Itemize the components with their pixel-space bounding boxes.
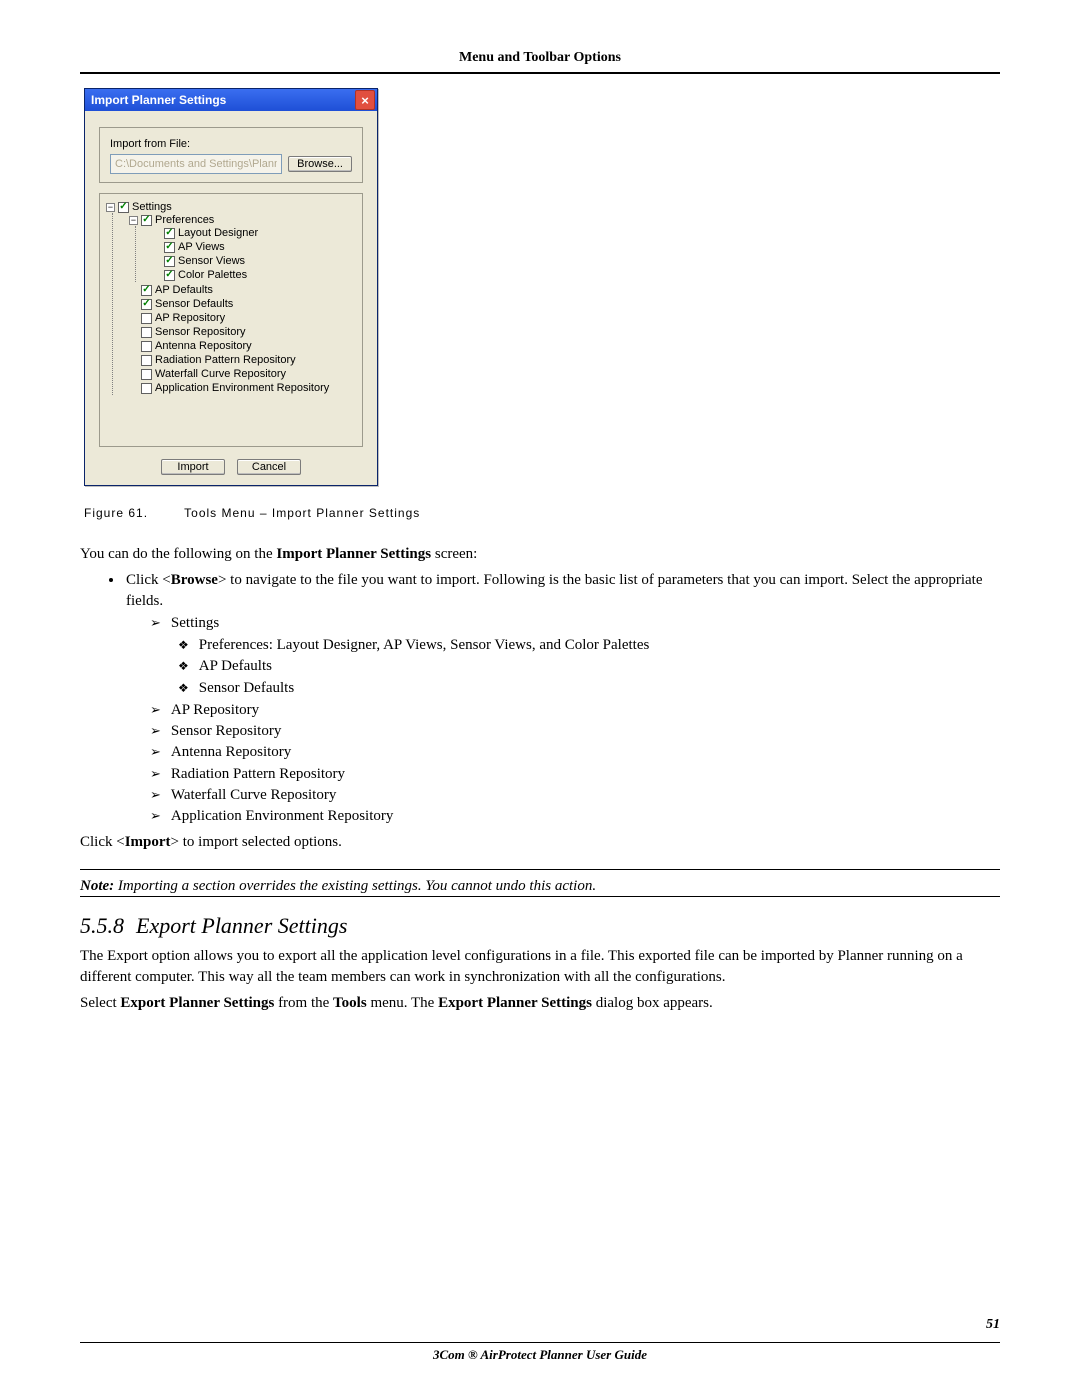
tree-node-ap-defaults[interactable]: ✓AP Defaults [129, 283, 356, 297]
checkbox-icon[interactable]: ✓ [164, 270, 175, 281]
click-import-paragraph: Click <Import> to import selected option… [80, 832, 1000, 852]
dialog-title: Import Planner Settings [91, 93, 226, 107]
cancel-button[interactable]: Cancel [237, 459, 301, 475]
settings-tree: − ✓ Settings − ✓ Preferences [99, 193, 363, 447]
dialog-titlebar[interactable]: Import Planner Settings × [85, 89, 377, 111]
tree-label: AP Repository [155, 312, 225, 324]
tree-label: AP Defaults [155, 284, 213, 296]
figure-number: Figure 61. [84, 506, 148, 520]
export-paragraph-2: Select Export Planner Settings from the … [80, 993, 1000, 1013]
checkbox-icon[interactable]: ✓ [118, 202, 129, 213]
list-item: Antenna Repository [150, 742, 1000, 762]
figure-caption-text: Tools Menu – Import Planner Settings [184, 506, 420, 520]
import-from-file-panel: Import from File: Browse... [99, 127, 363, 183]
list-item: AP Repository [150, 700, 1000, 720]
note-text: Note: Importing a section overrides the … [80, 870, 1000, 897]
intro-paragraph: You can do the following on the Import P… [80, 544, 1000, 564]
list-item: Waterfall Curve Repository [150, 785, 1000, 805]
list-item: Preferences: Layout Designer, AP Views, … [178, 635, 1000, 655]
tree-node-sensor-views[interactable]: ✓Sensor Views [152, 254, 356, 268]
tree-node-preferences[interactable]: − ✓ Preferences ✓Layout Designer ✓AP Vie… [129, 213, 356, 283]
checkbox-icon[interactable] [141, 327, 152, 338]
section-heading-export-planner-settings: 5.5.8Export Planner Settings [80, 911, 1000, 941]
tree-node-ap-repository[interactable]: AP Repository [129, 311, 356, 325]
browse-button[interactable]: Browse... [288, 156, 352, 172]
list-item: Sensor Repository [150, 721, 1000, 741]
minus-icon[interactable]: − [106, 203, 115, 212]
checkbox-icon[interactable] [141, 383, 152, 394]
footer-rule [80, 1342, 1000, 1343]
tree-label: Sensor Defaults [155, 298, 233, 310]
list-item: Radiation Pattern Repository [150, 764, 1000, 784]
tree-label: Settings [132, 201, 172, 213]
checkbox-icon[interactable]: ✓ [164, 228, 175, 239]
tree-label: Preferences [155, 214, 214, 226]
list-item: Application Environment Repository [150, 806, 1000, 826]
checkbox-icon[interactable]: ✓ [141, 215, 152, 226]
tree-node-radiation-pattern-repository[interactable]: Radiation Pattern Repository [129, 353, 356, 367]
tree-node-antenna-repository[interactable]: Antenna Repository [129, 339, 356, 353]
checkbox-icon[interactable]: ✓ [141, 285, 152, 296]
list-item: AP Defaults [178, 656, 1000, 676]
bullet-browse: Click <Browse> to navigate to the file y… [124, 570, 1000, 826]
tree-label: Application Environment Repository [155, 382, 329, 394]
tree-label: Radiation Pattern Repository [155, 354, 296, 366]
tree-node-sensor-defaults[interactable]: ✓Sensor Defaults [129, 297, 356, 311]
tree-node-app-env-repository[interactable]: Application Environment Repository [129, 381, 356, 395]
list-item: Settings Preferences: Layout Designer, A… [150, 613, 1000, 698]
header-rule [80, 72, 1000, 74]
running-head: Menu and Toolbar Options [80, 50, 1000, 66]
checkbox-icon[interactable]: ✓ [164, 256, 175, 267]
import-planner-settings-dialog: Import Planner Settings × Import from Fi… [84, 88, 378, 486]
tree-label: Layout Designer [178, 227, 258, 239]
tree-node-settings[interactable]: − ✓ Settings − ✓ Preferences [106, 200, 356, 396]
tree-node-waterfall-curve-repository[interactable]: Waterfall Curve Repository [129, 367, 356, 381]
export-paragraph-1: The Export option allows you to export a… [80, 946, 1000, 987]
tree-node-sensor-repository[interactable]: Sensor Repository [129, 325, 356, 339]
checkbox-icon[interactable] [141, 355, 152, 366]
figure-caption: Figure 61. Tools Menu – Import Planner S… [84, 506, 1000, 520]
tree-node-layout-designer[interactable]: ✓Layout Designer [152, 226, 356, 240]
tree-label: Sensor Repository [155, 326, 246, 338]
minus-icon[interactable]: − [129, 216, 138, 225]
list-item: Sensor Defaults [178, 678, 1000, 698]
checkbox-icon[interactable]: ✓ [164, 242, 175, 253]
import-from-file-label: Import from File: [110, 138, 352, 150]
footer-product: 3Com ® AirProtect Planner User Guide [0, 1347, 1080, 1363]
checkbox-icon[interactable] [141, 341, 152, 352]
tree-label: Color Palettes [178, 269, 247, 281]
file-path-input[interactable] [110, 154, 282, 174]
tree-node-ap-views[interactable]: ✓AP Views [152, 240, 356, 254]
tree-label: AP Views [178, 241, 225, 253]
tree-label: Sensor Views [178, 255, 245, 267]
checkbox-icon[interactable] [141, 369, 152, 380]
close-icon[interactable]: × [355, 90, 375, 110]
checkbox-icon[interactable]: ✓ [141, 299, 152, 310]
page-number: 51 [986, 1317, 1000, 1333]
tree-label: Antenna Repository [155, 340, 252, 352]
tree-node-color-palettes[interactable]: ✓Color Palettes [152, 268, 356, 282]
checkbox-icon[interactable] [141, 313, 152, 324]
import-button[interactable]: Import [161, 459, 225, 475]
tree-label: Waterfall Curve Repository [155, 368, 286, 380]
